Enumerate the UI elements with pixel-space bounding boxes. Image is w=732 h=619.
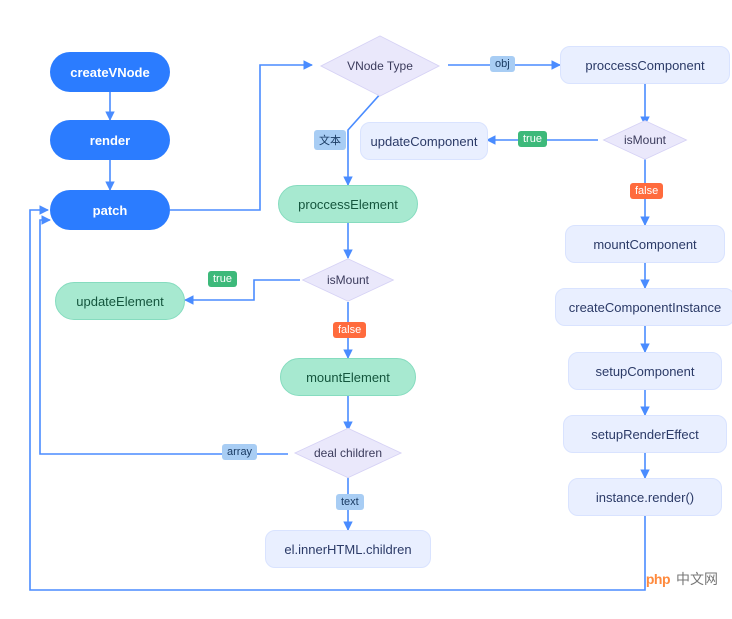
patch-node: patch: [50, 190, 170, 230]
label: proccessComponent: [585, 58, 704, 73]
edge-label-array: array: [222, 444, 257, 460]
update-component-node: updateComponent: [360, 122, 488, 160]
mount-element-node: mountElement: [280, 358, 416, 396]
edge-label-text-cn: 文本: [314, 130, 346, 150]
instance-render-node: instance.render(): [568, 478, 722, 516]
edge-label-false-element: false: [333, 322, 366, 338]
label: proccessElement: [298, 197, 398, 212]
label: createComponentInstance: [569, 300, 721, 315]
process-component-node: proccessComponent: [560, 46, 730, 84]
label: render: [90, 133, 130, 148]
render-node: render: [50, 120, 170, 160]
edge-label-obj: obj: [490, 56, 515, 72]
is-mount-element-diamond: isMount: [300, 258, 396, 302]
label: el.innerHTML.children: [284, 542, 411, 557]
label: mountComponent: [593, 237, 696, 252]
deal-children-diamond: deal children: [288, 430, 408, 476]
label: VNode Type: [347, 59, 413, 73]
watermark-cn: 中文网: [676, 569, 718, 589]
process-element-node: proccessElement: [278, 185, 418, 223]
edge-label-text-en: text: [336, 494, 364, 510]
update-element-node: updateElement: [55, 282, 185, 320]
label: setupRenderEffect: [591, 427, 698, 442]
edge-label-false-component: false: [630, 183, 663, 199]
setup-render-effect-node: setupRenderEffect: [563, 415, 727, 453]
mount-component-node: mountComponent: [565, 225, 725, 263]
edge-label-true-element: true: [208, 271, 237, 287]
inner-html-node: el.innerHTML.children: [265, 530, 431, 568]
watermark-php: php: [646, 571, 670, 587]
label: patch: [93, 203, 128, 218]
label: setupComponent: [595, 364, 694, 379]
label: updateComponent: [371, 134, 478, 149]
setup-component-node: setupComponent: [568, 352, 722, 390]
create-vnode-node: createVNode: [50, 52, 170, 92]
label: isMount: [327, 273, 369, 287]
edge-label-true-component: true: [518, 131, 547, 147]
vnode-type-diamond: VNode Type: [312, 40, 448, 92]
watermark: php 中文网: [646, 569, 718, 589]
is-mount-component-diamond: isMount: [598, 122, 692, 158]
label: mountElement: [306, 370, 390, 385]
label: deal children: [314, 446, 382, 460]
label: isMount: [624, 133, 666, 147]
label: updateElement: [76, 294, 163, 309]
label: createVNode: [70, 65, 149, 80]
create-instance-node: createComponentInstance: [555, 288, 732, 326]
label: instance.render(): [596, 490, 694, 505]
